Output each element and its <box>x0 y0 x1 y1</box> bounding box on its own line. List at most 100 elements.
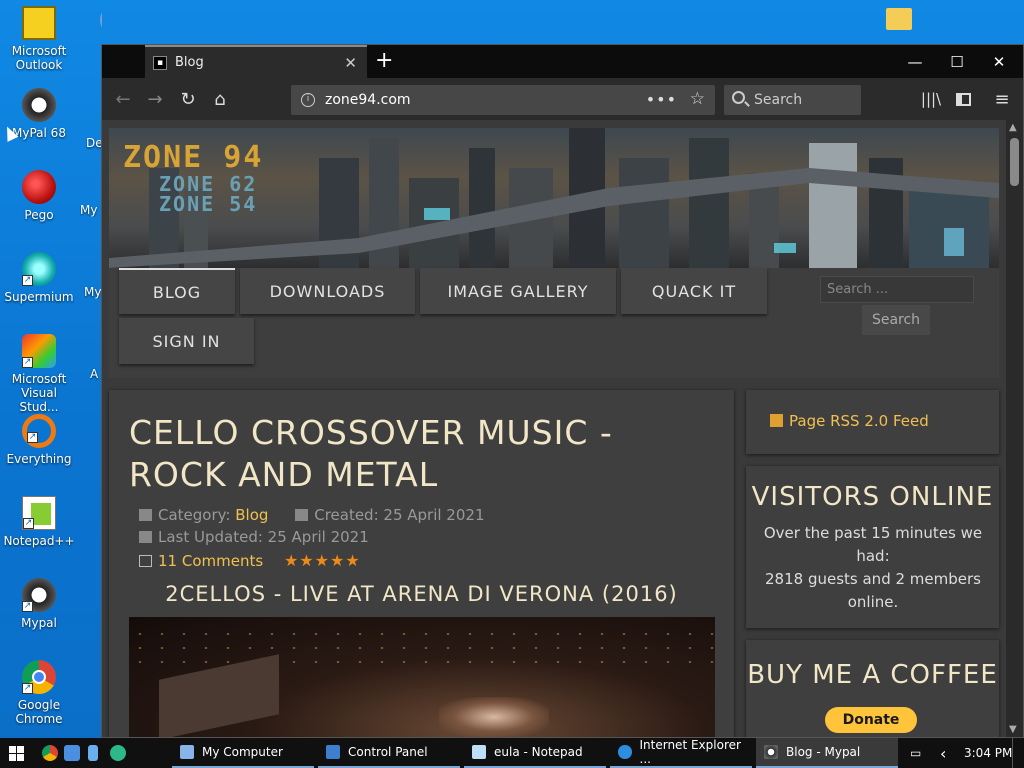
maximize-button[interactable]: ☐ <box>936 45 978 78</box>
desktop-icon-partial[interactable]: Ch <box>78 6 102 38</box>
taskbar-item-label: My Computer <box>202 745 283 759</box>
rss-box: Page RSS 2.0 Feed <box>746 390 999 454</box>
url-bar[interactable]: i zone94.com ••• ☆ <box>291 85 715 115</box>
desktop-icon-label: Microsoft Visual Stud... <box>11 372 67 414</box>
close-tab-icon[interactable]: ✕ <box>344 54 357 72</box>
coffee-title: BUY ME A COFFEE <box>747 660 998 690</box>
minimize-button[interactable]: — <box>894 45 936 78</box>
app2-quicklaunch-icon[interactable] <box>88 745 98 761</box>
scroll-up-icon[interactable]: ▲ <box>1009 122 1017 133</box>
close-window-button[interactable]: ✕ <box>978 45 1020 78</box>
desktop-icon-label: Google Chrome <box>15 698 63 726</box>
comments-link[interactable]: 11 Comments <box>158 552 263 570</box>
desktop-icon-outlook[interactable]: Microsoft Outlook <box>0 6 78 72</box>
desktop-icon-chrome[interactable]: ↗ Google Chrome <box>0 660 78 726</box>
taskbar-item-control-panel[interactable]: Control Panel <box>318 738 460 768</box>
tab-strip: ▪ Blog ✕ + — ☐ ✕ <box>102 45 1023 78</box>
app-quicklaunch-icon[interactable] <box>64 745 80 761</box>
taskbar-item-label: Blog - Mypal <box>786 745 861 759</box>
chrome-icon: ↗ <box>22 660 56 694</box>
hamburger-icon: ≡ <box>994 88 1010 110</box>
edge-quicklaunch-icon[interactable] <box>110 745 126 761</box>
desktop-icon-label: MyPal 68 <box>12 126 66 140</box>
back-button[interactable]: ← <box>110 87 136 111</box>
desktop-icon-partial[interactable]: My <box>84 285 102 299</box>
shortcut-arrow-icon: ↗ <box>22 683 33 694</box>
mypal-icon <box>22 88 56 122</box>
site-logo[interactable]: ZONE 94 ZONE 62 ZONE 54 <box>123 140 264 215</box>
desktop-icon-partial[interactable]: My <box>80 203 102 217</box>
calendar-icon <box>139 531 152 543</box>
vertical-scrollbar[interactable]: ▲ ▼ <box>1006 120 1023 737</box>
start-button[interactable] <box>0 738 32 768</box>
site-banner: ZONE 94 ZONE 62 ZONE 54 <box>109 128 999 268</box>
coffee-box: BUY ME A COFFEE Donate <box>746 640 999 737</box>
desktop-icon-label: Microsoft Outlook <box>11 44 67 72</box>
menu-item-blog[interactable]: BLOG <box>119 268 235 314</box>
desktop-icon-supermium[interactable]: ↗ Supermium <box>0 252 78 304</box>
forward-button[interactable]: → <box>142 87 168 111</box>
desktop-icon-partial[interactable]: De <box>86 136 102 150</box>
visitors-box: VISITORS ONLINE Over the past 15 minutes… <box>746 466 999 628</box>
desktop-icon-pego[interactable]: Pego <box>0 170 78 222</box>
outlook-icon <box>22 6 56 40</box>
video-embed[interactable] <box>129 617 715 737</box>
taskbar-item-label: Control Panel <box>348 745 428 759</box>
page-viewport: ZONE 94 ZONE 62 ZONE 54 BLOG DOWNLOADS I… <box>102 120 1007 737</box>
chrome-quicklaunch-icon[interactable] <box>42 745 58 761</box>
desktop-icon-mypal[interactable]: ↗ Mypal <box>0 578 78 630</box>
tab-blog[interactable]: ▪ Blog ✕ <box>145 45 367 78</box>
url-text: zone94.com <box>325 92 411 108</box>
clock[interactable]: 3:04 PM <box>964 738 1012 768</box>
desktop-icon-everything[interactable]: ↗ Everything <box>0 414 78 466</box>
keyboard-icon[interactable]: ▭ <box>910 738 921 768</box>
tray-chevron-icon[interactable]: ‹ <box>940 738 946 768</box>
desktop-icon-visual-studio[interactable]: ↗ Microsoft Visual Stud... <box>0 334 78 414</box>
home-button[interactable]: ⌂ <box>207 87 233 111</box>
site-search-input[interactable]: Search ... <box>820 276 974 303</box>
new-tab-button[interactable]: + <box>375 48 393 73</box>
mypal-icon: ↗ <box>22 578 56 612</box>
scroll-down-icon[interactable]: ▼ <box>1009 724 1017 735</box>
menu-item-image-gallery[interactable]: IMAGE GALLERY <box>420 268 616 314</box>
article-category: Category: Blog Created: 25 April 2021 <box>139 506 485 524</box>
site-info-icon[interactable]: i <box>301 93 315 107</box>
site-search-button[interactable]: Search <box>862 305 930 335</box>
menu-button[interactable]: ≡ <box>989 87 1015 111</box>
browser-search-placeholder: Search <box>754 92 803 108</box>
taskbar-item-my-computer[interactable]: My Computer <box>172 738 314 768</box>
article-updated: Last Updated: 25 April 2021 <box>139 528 369 546</box>
browser-window: ▪ Blog ✕ + — ☐ ✕ ← → ↻ ⌂ i zone94.com ••… <box>101 44 1024 738</box>
taskbar-item-mypal[interactable]: Blog - Mypal <box>756 738 898 768</box>
desktop-icon-label: My <box>84 285 102 299</box>
desktop-icon-folder[interactable] <box>860 4 938 34</box>
taskbar-item-notepad[interactable]: eula - Notepad <box>464 738 606 768</box>
desktop-icon-label: De <box>86 136 102 150</box>
back-arrow-icon: ← <box>115 88 131 110</box>
page-actions-icon[interactable]: ••• <box>646 90 677 109</box>
library-button[interactable]: |||\ <box>918 87 944 111</box>
rss-link[interactable]: Page RSS 2.0 Feed <box>770 412 929 430</box>
reload-button[interactable]: ↻ <box>175 87 201 111</box>
bookmark-star-icon[interactable]: ☆ <box>690 89 705 109</box>
logo-line2: ZONE 62 <box>159 172 258 196</box>
menu-item-downloads[interactable]: DOWNLOADS <box>240 268 415 314</box>
desktop-icon-notepadpp[interactable]: ↗ Notepad++ <box>0 496 78 548</box>
calendar-icon <box>295 509 309 521</box>
category-label: Category: <box>158 506 231 524</box>
donate-button[interactable]: Donate <box>825 707 917 733</box>
pego-icon <box>22 170 56 204</box>
visual-studio-icon: ↗ <box>22 334 56 368</box>
category-link[interactable]: Blog <box>235 506 268 524</box>
taskbar-item-internet-explorer[interactable]: Internet Explorer ... <box>610 738 752 768</box>
menu-item-sign-in[interactable]: SIGN IN <box>119 318 254 364</box>
taskbar: My Computer Control Panel eula - Notepad… <box>0 738 1024 768</box>
sidebar-toggle-button[interactable] <box>950 87 976 111</box>
browser-search-input[interactable]: Search <box>724 85 861 115</box>
control-panel-icon <box>326 745 340 759</box>
logo-line1: ZONE 94 <box>123 140 264 175</box>
rating-stars[interactable]: ★★★★★ <box>284 551 361 570</box>
scroll-thumb[interactable] <box>1010 138 1019 186</box>
menu-item-quack-it[interactable]: QUACK IT <box>621 268 767 314</box>
show-desktop-button[interactable] <box>1012 738 1024 768</box>
